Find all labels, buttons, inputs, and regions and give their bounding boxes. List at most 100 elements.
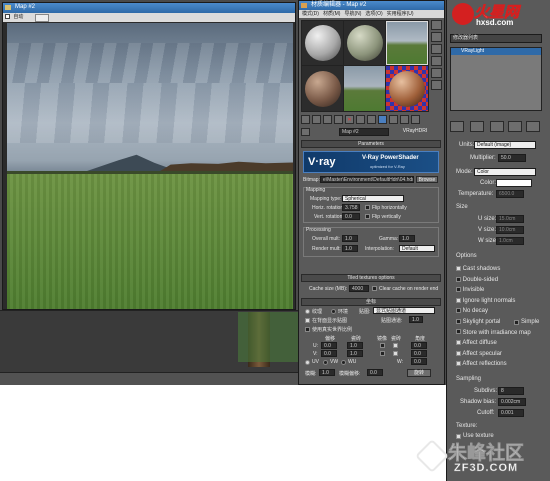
u-offset-spinner[interactable]: 0.0 — [321, 342, 337, 349]
option-checkbox[interactable] — [456, 276, 461, 282]
get-material-button[interactable] — [301, 115, 310, 124]
u-tile-checkbox[interactable] — [393, 343, 398, 348]
interpolation-dropdown[interactable]: Default — [399, 245, 435, 252]
auto-checkbox[interactable] — [5, 14, 10, 20]
sample-slot-2[interactable] — [344, 21, 385, 65]
show-map-button[interactable] — [378, 115, 387, 124]
sample-slot-4[interactable] — [302, 66, 343, 111]
v-tile-checkbox[interactable] — [393, 351, 398, 356]
texture-radio[interactable] — [305, 309, 310, 314]
video-color-button[interactable] — [431, 68, 442, 78]
environ-radio[interactable] — [331, 309, 336, 314]
units-dropdown[interactable]: Default (image) — [474, 141, 536, 149]
flip-horizontally-checkbox[interactable] — [365, 205, 370, 210]
v-angle-spinner[interactable]: 0.0 — [411, 350, 427, 357]
option-item[interactable]: Store with irradiance map — [456, 328, 544, 339]
clear-cache-checkbox[interactable] — [372, 286, 377, 291]
pin-stack-button[interactable] — [450, 121, 464, 132]
option-item[interactable]: Skylight portal Simple — [456, 317, 544, 328]
go-sibling-button[interactable] — [411, 115, 420, 124]
put-material-button[interactable] — [312, 115, 321, 124]
option-checkbox[interactable] — [456, 287, 461, 293]
option-item[interactable]: Affect diffuse — [456, 338, 544, 349]
temperature-spinner[interactable]: 6500.0 — [496, 190, 524, 198]
map-channel-spinner[interactable]: 1.0 — [409, 316, 423, 323]
menu-mode[interactable]: 模式(D) — [302, 10, 319, 18]
menu-material[interactable]: 材质(M) — [323, 10, 341, 18]
coords-rollout-header[interactable]: 坐标 — [301, 298, 441, 306]
option-checkbox[interactable] — [456, 318, 461, 324]
option-item[interactable]: Ignore light normals — [456, 296, 544, 307]
cache-size-spinner[interactable]: 4000 — [349, 285, 369, 292]
options-button[interactable] — [431, 80, 442, 90]
sample-type-button[interactable] — [431, 20, 442, 30]
v-tiling-spinner[interactable]: 1.0 — [347, 350, 363, 357]
option-checkbox[interactable] — [456, 340, 461, 346]
subdivs-spinner[interactable]: 8 — [498, 387, 524, 395]
option-checkbox[interactable] — [456, 308, 461, 314]
option-item[interactable]: No decay — [456, 306, 544, 317]
modifier-list-dropdown[interactable]: 修改器列表 — [450, 34, 542, 43]
make-unique-button[interactable] — [490, 121, 504, 132]
cutoff-spinner[interactable]: 0.001 — [498, 409, 524, 417]
map-name-field[interactable]: Map #2 — [339, 128, 389, 136]
v-mirror-checkbox[interactable] — [380, 351, 385, 356]
menu-navigation[interactable]: 导航(N) — [344, 10, 361, 18]
go-parent-button[interactable] — [400, 115, 409, 124]
rotate-button[interactable]: 旋转 — [407, 369, 431, 377]
option-item[interactable]: Affect reflections — [456, 359, 544, 370]
option-item[interactable]: Cast shadows — [456, 264, 544, 275]
flip-vertically-checkbox[interactable] — [365, 214, 370, 219]
real-world-checkbox[interactable] — [305, 327, 310, 332]
blur-spinner[interactable]: 1.0 — [319, 369, 335, 376]
remove-modifier-button[interactable] — [508, 121, 522, 132]
option-item[interactable]: Invisible — [456, 285, 544, 296]
show-end-result-button[interactable] — [470, 121, 484, 132]
uv-tiling-button[interactable] — [431, 56, 442, 66]
u-tiling-spinner[interactable]: 1.0 — [347, 342, 363, 349]
sample-slot-5[interactable] — [344, 66, 385, 111]
show-end-button[interactable] — [389, 115, 398, 124]
toolbar-button-box[interactable] — [35, 14, 49, 22]
vert-rotation-spinner[interactable]: 0.0 — [342, 213, 360, 220]
wu-radio[interactable] — [341, 360, 346, 365]
reset-map-button[interactable] — [334, 115, 343, 124]
menu-utilities[interactable]: 实用程序(U) — [387, 10, 414, 18]
simple-checkbox[interactable] — [514, 319, 519, 325]
browse-button[interactable]: Browse — [416, 176, 438, 183]
u-angle-spinner[interactable]: 0.0 — [411, 342, 427, 349]
horiz-rotation-spinner[interactable]: 3.758 — [342, 204, 360, 211]
shadow-bias-spinner[interactable]: 0.002cm — [498, 398, 526, 406]
assign-material-button[interactable] — [323, 115, 332, 124]
coords-mapping-dropdown[interactable]: 显式贴图通道 — [373, 307, 435, 314]
option-checkbox[interactable] — [456, 329, 461, 335]
multiplier-spinner[interactable]: 50.0 — [498, 154, 526, 162]
copy-material-button[interactable] — [356, 115, 365, 124]
option-checkbox[interactable] — [456, 361, 461, 367]
backlight-button[interactable] — [431, 32, 442, 42]
option-checkbox[interactable] — [456, 297, 461, 303]
mode-dropdown[interactable]: Color — [474, 168, 536, 176]
map-type-button[interactable]: VRayHDRI — [391, 128, 439, 136]
sample-slot-3[interactable] — [386, 21, 428, 65]
menu-options[interactable]: 选项(O) — [365, 10, 382, 18]
mapping-type-dropdown[interactable]: Spherical — [342, 195, 404, 202]
stack-item-vraylight[interactable]: VRayLight — [451, 48, 541, 55]
eyedropper-icon[interactable] — [301, 128, 310, 136]
option-checkbox[interactable] — [456, 265, 461, 271]
vw-radio[interactable] — [323, 360, 328, 365]
blur-offset-spinner[interactable]: 0.0 — [367, 369, 383, 376]
sample-slot-6[interactable] — [386, 66, 428, 111]
v-size-spinner[interactable]: 10.0cm — [496, 226, 524, 234]
u-size-spinner[interactable]: 15.0cm — [496, 215, 524, 223]
parameters-rollout-header[interactable]: Parameters — [301, 140, 441, 148]
render-mult-spinner[interactable]: 1.0 — [342, 245, 358, 252]
option-item[interactable]: Affect specular — [456, 349, 544, 360]
gamma-spinner[interactable]: 1.0 — [399, 235, 415, 242]
bitmap-path-field[interactable]: e\Master\Environment\DefaultHdri\04.hdr — [320, 176, 414, 183]
option-item[interactable]: Double-sided — [456, 275, 544, 286]
tiled-rollout-header[interactable]: Tiled textures options — [301, 274, 441, 282]
w-size-spinner[interactable]: 1.0cm — [496, 237, 524, 245]
delete-icon[interactable]: ✕ — [345, 115, 354, 124]
u-mirror-checkbox[interactable] — [380, 343, 385, 348]
